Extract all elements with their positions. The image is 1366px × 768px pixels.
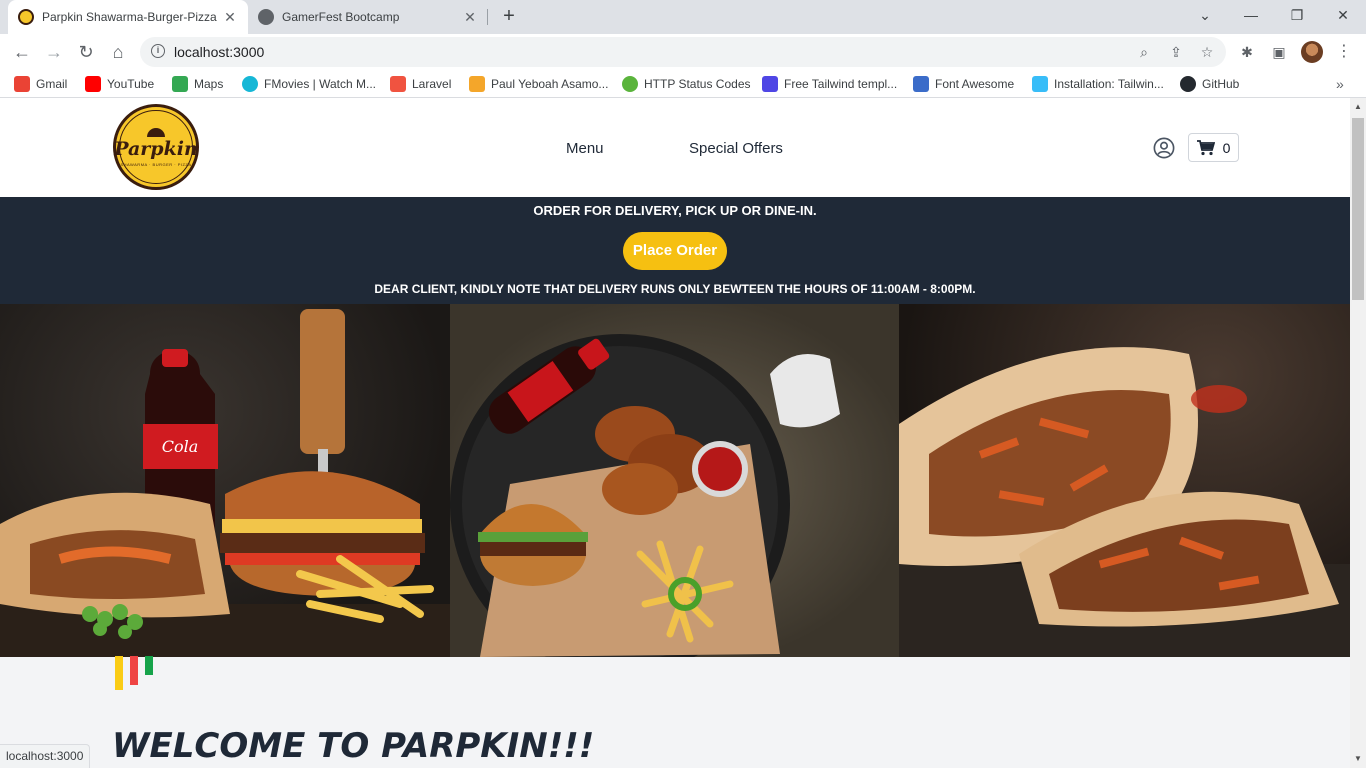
share-icon[interactable]: ⇪ <box>1167 43 1185 61</box>
chicken-platter-illustration <box>450 334 840 657</box>
scroll-up-arrow-icon[interactable]: ▲ <box>1350 102 1366 112</box>
logo-ring: Parpkin SHAWARMA · BURGER · PIZZA <box>114 110 198 184</box>
maps-icon <box>172 76 188 92</box>
bookmark-font-awesome[interactable]: Font Awesome <box>913 70 1014 98</box>
globe-icon <box>258 9 274 25</box>
gmail-icon <box>14 76 30 92</box>
bookmark-maps[interactable]: Maps <box>172 70 223 98</box>
bookmark-gmail[interactable]: Gmail <box>14 70 67 98</box>
profile-avatar[interactable] <box>1301 41 1323 63</box>
dome-icon <box>147 127 165 137</box>
back-button[interactable]: ← <box>10 40 34 64</box>
extensions-icon[interactable]: ✱ <box>1238 43 1256 61</box>
zoom-icon[interactable]: ⌕ <box>1135 43 1153 61</box>
bookmark-github[interactable]: GitHub <box>1180 70 1239 98</box>
hero-image-shawarma-wrap <box>899 304 1350 657</box>
bookmark-laravel[interactable]: Laravel <box>390 70 451 98</box>
bookmark-tailwind-templates[interactable]: Free Tailwind templ... <box>762 70 897 98</box>
status-bar-url: localhost:3000 <box>0 744 91 768</box>
hero-gallery: Cola <box>0 304 1350 657</box>
flag-icon <box>913 76 929 92</box>
user-account-icon[interactable] <box>1153 137 1175 159</box>
bookmark-label: Gmail <box>36 77 68 91</box>
laravel-icon <box>390 76 406 92</box>
order-banner: ORDER FOR DELIVERY, PICK UP OR DINE-IN. … <box>0 197 1350 304</box>
side-panel-icon[interactable]: ▣ <box>1270 43 1288 61</box>
address-url[interactable]: localhost:3000 <box>174 37 264 67</box>
bookmark-label: Font Awesome <box>935 77 1015 91</box>
parpkin-favicon-icon <box>18 9 34 25</box>
bookmark-label: YouTube <box>107 77 155 91</box>
cart-count: 0 <box>1222 139 1231 156</box>
site-info-icon[interactable]: i <box>151 44 165 58</box>
burger-combo-illustration: Cola <box>0 309 450 657</box>
reload-button[interactable]: ↻ <box>74 40 98 64</box>
fmovies-icon <box>242 76 258 92</box>
bookmark-label: GitHub <box>1202 77 1240 91</box>
bookmark-label: Laravel <box>412 77 452 91</box>
scrollbar-thumb[interactable] <box>1352 118 1364 300</box>
http-status-icon <box>622 76 638 92</box>
page-viewport: Parpkin SHAWARMA · BURGER · PIZZA Menu S… <box>0 98 1350 768</box>
minimize-button[interactable]: — <box>1228 0 1274 30</box>
star-burst-icon <box>469 76 485 92</box>
accent-bar-green <box>145 656 153 675</box>
logo-wordmark: Parpkin <box>114 137 198 160</box>
nav-menu-link[interactable]: Menu <box>566 140 604 157</box>
close-tab-icon[interactable]: ✕ <box>462 9 478 26</box>
parpkin-logo[interactable]: Parpkin SHAWARMA · BURGER · PIZZA <box>113 104 199 190</box>
hero-image-chicken-platter <box>450 304 899 657</box>
restore-button[interactable]: ❐ <box>1274 0 1320 30</box>
cart-button[interactable]: 0 <box>1188 133 1239 162</box>
browser-toolbar: ← → ↻ ⌂ i localhost:3000 ⌕ ⇪ ☆ ✱ ▣ ⋮ <box>0 34 1366 70</box>
shawarma-illustration <box>899 347 1350 657</box>
bookmark-paul[interactable]: Paul Yeboah Asamo... <box>469 70 608 98</box>
bookmark-label: FMovies | Watch M... <box>264 77 377 91</box>
bookmark-label: Paul Yeboah Asamo... <box>491 77 609 91</box>
new-tab-button[interactable]: + <box>498 5 520 27</box>
hero-image-burger-combo: Cola <box>0 304 450 657</box>
welcome-heading: WELCOME TO PARPKIN!!! <box>112 726 595 766</box>
bookmark-http-status[interactable]: HTTP Status Codes <box>622 70 751 98</box>
svg-text:Cola: Cola <box>162 437 199 456</box>
site-header: Parpkin SHAWARMA · BURGER · PIZZA Menu S… <box>0 98 1350 197</box>
tab-title: Parpkin Shawarma-Burger-Pizza <box>42 10 217 24</box>
nav-special-offers-link[interactable]: Special Offers <box>689 140 783 157</box>
shopping-cart-icon <box>1196 139 1215 155</box>
delivery-hours-notice: DEAR CLIENT, KINDLY NOTE THAT DELIVERY R… <box>374 282 976 296</box>
more-bookmarks-icon[interactable]: » <box>1336 70 1344 98</box>
page-scrollbar[interactable]: ▲ ▼ <box>1350 98 1366 768</box>
address-bar[interactable]: i localhost:3000 ⌕ ⇪ ☆ <box>140 37 1226 67</box>
browser-tab-strip: Parpkin Shawarma-Burger-Pizza ✕ GamerFes… <box>0 0 1366 34</box>
tab-divider <box>487 9 488 25</box>
bookmark-label: Installation: Tailwin... <box>1054 77 1164 91</box>
tab-search-chevron-icon[interactable]: ⌄ <box>1182 0 1228 30</box>
close-tab-icon[interactable]: ✕ <box>222 9 238 26</box>
place-order-button[interactable]: Place Order <box>623 232 727 270</box>
accent-bar-yellow <box>115 656 123 690</box>
bookmark-label: Free Tailwind templ... <box>784 77 898 91</box>
scroll-down-arrow-icon[interactable]: ▼ <box>1350 754 1366 764</box>
bookmarks-bar: Gmail YouTube Maps FMovies | Watch M... … <box>0 70 1366 98</box>
bookmark-fmovies[interactable]: FMovies | Watch M... <box>242 70 376 98</box>
bookmark-label: HTTP Status Codes <box>644 77 751 91</box>
tailwind-icon <box>1032 76 1048 92</box>
tab-gamerfest[interactable]: GamerFest Bootcamp ✕ <box>248 0 488 34</box>
tailwind-templates-icon <box>762 76 778 92</box>
forward-button[interactable]: → <box>42 40 66 64</box>
browser-menu-icon[interactable]: ⋮ <box>1336 41 1352 63</box>
close-window-button[interactable]: ✕ <box>1320 0 1366 30</box>
home-button[interactable]: ⌂ <box>106 40 130 64</box>
youtube-icon <box>85 76 101 92</box>
tab-title: GamerFest Bootcamp <box>282 10 400 24</box>
tab-parpkin[interactable]: Parpkin Shawarma-Burger-Pizza ✕ <box>8 0 248 34</box>
bookmark-youtube[interactable]: YouTube <box>85 70 154 98</box>
github-icon <box>1180 76 1196 92</box>
bookmark-star-icon[interactable]: ☆ <box>1198 43 1216 61</box>
accent-bar-red <box>130 656 138 685</box>
logo-tagline: SHAWARMA · BURGER · PIZZA <box>120 161 192 167</box>
bookmark-label: Maps <box>194 77 224 91</box>
banner-headline: ORDER FOR DELIVERY, PICK UP OR DINE-IN. <box>533 203 817 218</box>
bookmark-tailwind-install[interactable]: Installation: Tailwin... <box>1032 70 1164 98</box>
